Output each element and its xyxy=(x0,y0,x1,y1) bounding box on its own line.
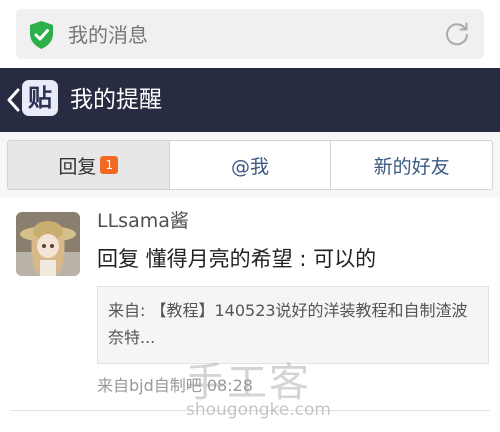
reload-icon[interactable] xyxy=(444,21,470,47)
tabs-container: 回复 1 @我 新的好友 xyxy=(0,132,500,198)
tab-mentions-label: @我 xyxy=(231,155,270,178)
page-title: 我的提醒 xyxy=(70,87,162,113)
navbar: 贴 我的提醒 xyxy=(0,68,500,132)
chevron-left-icon[interactable] xyxy=(6,88,20,112)
tab-new-friends[interactable]: 新的好友 xyxy=(331,141,492,189)
avatar[interactable] xyxy=(16,212,80,276)
watermark-url: shougongke.com xyxy=(186,400,331,420)
tab-replies-label: 回复 xyxy=(58,155,97,178)
tab-bar: 回复 1 @我 新的好友 xyxy=(7,140,493,190)
unread-badge: 1 xyxy=(100,156,119,174)
tieba-logo[interactable]: 贴 xyxy=(22,80,58,116)
browser-bar: 我的消息 xyxy=(0,0,500,68)
username[interactable]: LLsama酱 xyxy=(97,208,189,234)
reply-text: 回复 懂得月亮的希望 : 可以的 xyxy=(97,247,377,271)
address-text[interactable]: 我的消息 xyxy=(68,21,148,49)
tab-replies[interactable]: 回复 1 xyxy=(8,141,170,189)
tab-new-friends-label: 新的好友 xyxy=(373,155,450,178)
shield-check-icon xyxy=(30,21,53,49)
tab-mentions[interactable]: @我 xyxy=(170,141,332,189)
